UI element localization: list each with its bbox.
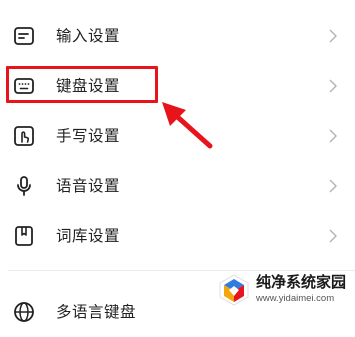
chevron-right-icon (329, 179, 337, 193)
chevron-right-icon (329, 229, 337, 243)
menu-item-label: 多语言键盘 (56, 303, 137, 321)
dictionary-icon (15, 226, 33, 246)
handwriting-icon (14, 126, 34, 146)
watermark-logo-icon (219, 274, 249, 306)
annotation-arrow-icon (162, 102, 213, 149)
menu-item-label: 语音设置 (56, 177, 121, 195)
watermark-title: 纯净系统家园 (256, 274, 347, 291)
microphone-icon (17, 176, 31, 196)
annotation-highlight-box (6, 66, 158, 103)
menu-item-input-settings[interactable]: 输入设置 (0, 11, 355, 61)
menu-item-voice-settings[interactable]: 语音设置 (0, 161, 355, 211)
input-settings-icon (14, 27, 34, 45)
menu-item-dictionary-settings[interactable]: 词库设置 (0, 211, 355, 261)
menu-item-label: 输入设置 (56, 27, 121, 45)
site-watermark: 纯净系统家园 www.yidaimei.com (212, 268, 355, 310)
menu-item-label: 手写设置 (56, 127, 121, 145)
globe-icon (14, 302, 34, 322)
chevron-right-icon (329, 79, 337, 93)
chevron-right-icon (329, 129, 337, 143)
watermark-url: www.yidaimei.com (256, 293, 335, 304)
chevron-right-icon (329, 29, 337, 43)
menu-item-label: 词库设置 (56, 227, 121, 245)
